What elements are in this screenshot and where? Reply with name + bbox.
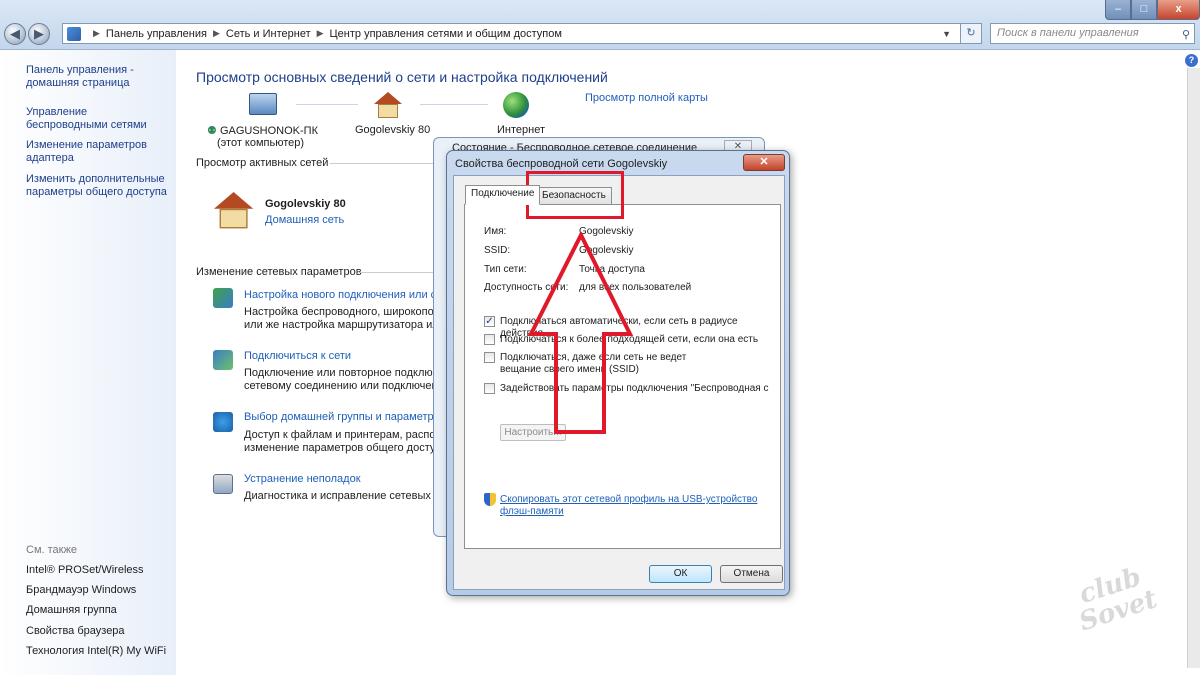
breadcrumb-separator-icon: ▶ [93,28,100,38]
network-name: Gogolevskiy 80 [355,124,431,136]
pc-sub: (этот компьютер) [217,137,305,149]
map-connector [296,104,358,105]
sidebar-item-home[interactable]: Панель управления - домашняя страница [26,64,166,90]
sidebar-item-browser[interactable]: Свойства браузера [26,625,125,638]
house-icon [374,92,402,118]
auto-connect-checkbox[interactable]: ✓ [484,316,495,327]
breadcrumb-item[interactable]: Центр управления сетями и общим доступом [330,28,562,40]
arrow-up-icon [527,232,634,434]
use-settings-checkbox[interactable] [484,383,495,394]
task-desc: Настройка беспроводного, широкопол [244,306,440,318]
breadcrumb-item[interactable]: Панель управления [106,28,207,40]
copy-profile-link[interactable]: Скопировать этот сетевой профиль на USB-… [500,494,770,518]
ok-button[interactable]: ОК [649,565,712,583]
sidebar-item-mywifi[interactable]: Технология Intel(R) My WiFi [26,645,166,658]
field-key: SSID: [484,245,511,256]
change-settings-label: Изменение сетевых параметров [196,266,362,278]
network-icon: ⚉ [207,125,217,137]
breadcrumb[interactable]: ▶ Панель управления ▶ Сеть и Интернет ▶ … [62,23,982,44]
map-connector [420,104,488,105]
sidebar-item-sharing[interactable]: Изменить дополнительные параметры общего… [26,173,171,199]
task-new-connection[interactable]: Настройка нового подключения или се [244,289,442,301]
watermark-logo: club Sovet [1075,562,1161,638]
page-title: Просмотр основных сведений о сети и наст… [196,69,608,85]
prefer-network-checkbox[interactable] [484,334,495,345]
task-troubleshoot[interactable]: Устранение неполадок [244,473,361,485]
minimize-button[interactable]: – [1105,0,1131,20]
pc-name-label: GAGUSHONOK-ПК [219,125,318,137]
task-desc: сетевому соединению или подключени [244,380,444,392]
task-desc: Доступ к файлам и принтерам, распол [244,429,442,441]
breadcrumb-separator-icon: ▶ [212,28,220,38]
task-desc: или же настройка маршрутизатора или [244,319,445,331]
sidebar-item-wireless[interactable]: Управление беспроводными сетями [26,106,171,132]
scrollbar[interactable] [1187,68,1200,668]
breadcrumb-separator-icon: ▶ [316,28,324,38]
maximize-button[interactable]: □ [1131,0,1157,20]
back-arrow-icon[interactable]: ◀ [4,23,26,45]
see-also-label: См. также [26,544,77,556]
breadcrumb-item[interactable]: Сеть и Интернет [226,28,311,40]
active-networks-label: Просмотр активных сетей [196,157,329,169]
sidebar-item-homegroup[interactable]: Домашняя группа [26,604,117,617]
new-connection-icon [213,288,233,308]
task-desc: Диагностика и исправление сетевых пр [244,490,447,502]
task-connect[interactable]: Подключиться к сети [244,350,351,362]
connect-icon [213,350,233,370]
troubleshoot-icon [213,474,233,494]
search-input[interactable]: Поиск в панели управления ⚲ [990,23,1195,44]
hidden-ssid-checkbox[interactable] [484,352,495,363]
task-desc: Подключение или повторное подключе [244,367,445,379]
full-map-link[interactable]: Просмотр полной карты [585,92,708,104]
divider [330,163,435,164]
cancel-button[interactable]: Отмена [720,565,783,583]
network-type-link[interactable]: Домашняя сеть [265,214,344,226]
task-desc: изменение параметров общего доступ [244,442,442,454]
active-network-name: Gogolevskiy 80 [265,198,346,210]
divider [360,272,435,273]
internet-label: Интернет [497,124,545,136]
sidebar: Панель управления - домашняя страница Уп… [0,50,176,675]
control-panel-icon [67,26,81,41]
sidebar-item-firewall[interactable]: Брандмауэр Windows [26,584,136,597]
homegroup-icon [213,412,233,432]
dropdown-icon[interactable]: ▼ [942,29,951,39]
refresh-icon[interactable]: ↻ [960,23,982,44]
sidebar-item-intel-proset[interactable]: Intel® PROSet/Wireless [26,564,144,577]
computer-icon [249,93,277,115]
search-icon[interactable]: ⚲ [1182,26,1190,45]
field-key: Тип сети: [484,264,527,275]
tab-connection[interactable]: Подключение [465,185,541,205]
pc-name: ⚉ GAGUSHONOK-ПК [207,124,318,137]
dialog-close-button[interactable]: ✕ [743,154,785,171]
shield-icon [484,493,496,506]
close-button[interactable]: x [1157,0,1200,20]
field-key: Имя: [484,226,507,237]
search-placeholder: Поиск в панели управления [997,27,1139,39]
globe-icon [503,92,529,118]
task-homegroup[interactable]: Выбор домашней группы и параметров [244,411,446,423]
sidebar-item-adapter[interactable]: Изменение параметров адаптера [26,139,151,165]
dialog-title: Свойства беспроводной сети Gogolevskiy [455,158,668,170]
highlight-box [526,171,624,219]
help-icon[interactable]: ? [1185,54,1198,67]
forward-arrow-icon[interactable]: ▶ [28,23,50,45]
